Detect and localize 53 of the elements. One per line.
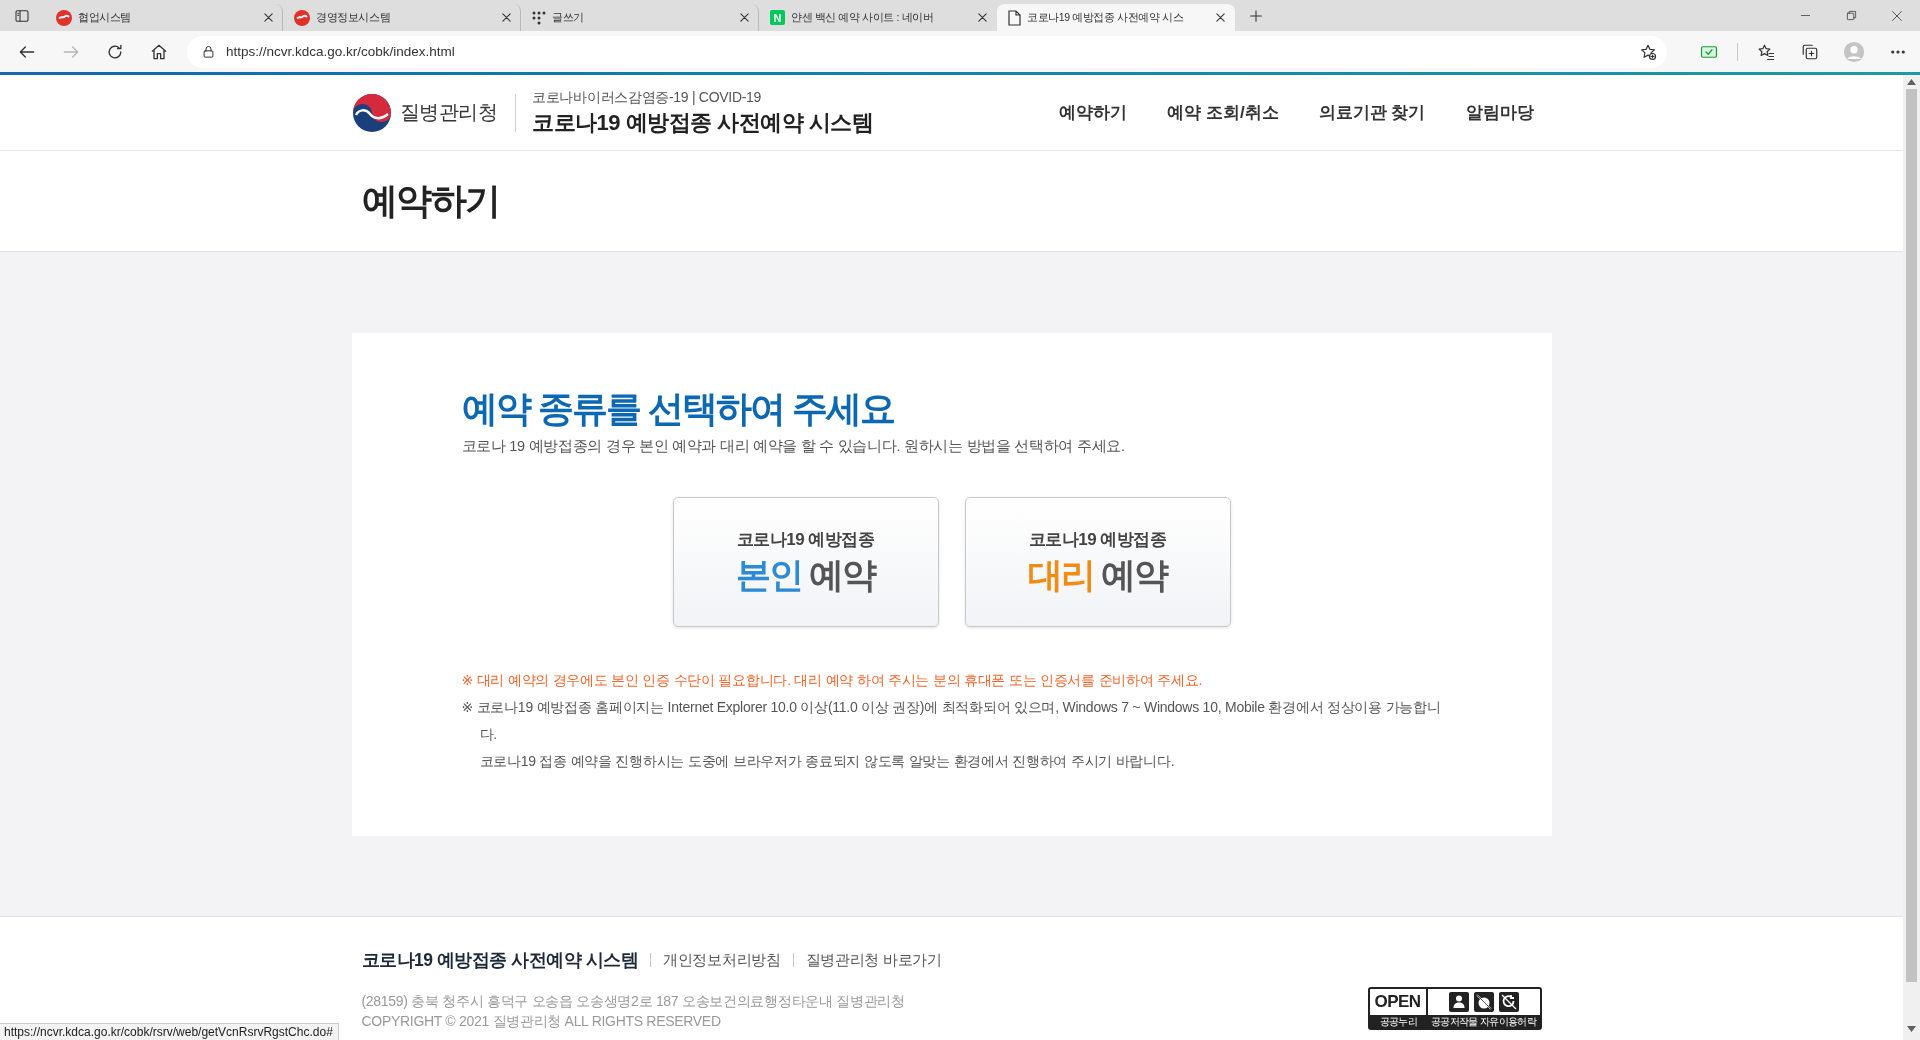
up-arrow-icon[interactable] [1907, 79, 1916, 85]
system-title[interactable]: 코로나19 예방접종 사전예약 시스템 [532, 108, 874, 138]
favorites-icon[interactable] [1757, 42, 1775, 61]
license-terms: 공공저작물 자유이용허락 [1427, 1015, 1540, 1028]
close-icon[interactable] [1891, 9, 1903, 22]
collections-icon[interactable] [1801, 42, 1819, 61]
notice-text: 코로나19 접종 예약을 진행하시는 도중에 브라우저가 종료되지 않도록 알맞는 환경에서 진행하여 주시기 바랍니다. [478, 752, 1176, 771]
lock-icon[interactable] [201, 44, 216, 59]
address-field[interactable]: https://ncvr.kdca.go.kr/cobk/index.html [187, 35, 1667, 68]
crossed-arrow-icon [1498, 992, 1519, 1012]
license-badge[interactable]: OPEN 공공누리 공공저작물 자유이용허락 [1367, 987, 1542, 1030]
close-icon[interactable] [739, 12, 750, 23]
close-icon[interactable] [263, 12, 274, 23]
page-title: 예약하기 [361, 178, 500, 223]
star-plus-icon[interactable] [1639, 42, 1657, 61]
dots-icon [532, 10, 546, 25]
status-url: https://ncvr.kdca.go.kr/cobk/rsrv/web/getVcnRsrvRgstChc.do# [0, 1023, 339, 1040]
license-caption: 공공누리 [1369, 1015, 1428, 1028]
nav-link[interactable]: 의료기관 찾기 [1318, 101, 1426, 124]
footer-address: (28159) 충북 청주시 흥덕구 오송읍 오송생명2로 187 오송보건의료행정타운내 질병관리청 [361, 992, 906, 1011]
nav-link[interactable]: 예약하기 [1059, 101, 1128, 124]
page-icon [1008, 9, 1021, 26]
section-description: 코로나 19 예방접종의 경우 본인 예약과 대리 예약을 할 수 있습니다. 원하시는 방법을 선택하여 주세요. [461, 437, 1126, 456]
sidebar-icon[interactable] [14, 8, 30, 24]
browser-tab[interactable]: 코로나19 예방접종 사전예약 시스 [997, 4, 1235, 31]
down-arrow-icon[interactable] [1907, 1026, 1916, 1032]
reservation-option-button[interactable]: 코로나19 예방접종 본인 예약 [672, 497, 939, 627]
section-heading: 예약 종류를 선택하여 주세요 [461, 387, 895, 431]
browser-tab[interactable]: N 얀센 백신 예약 사이트 : 네이버 [759, 4, 997, 31]
scrollbar-thumb[interactable] [1906, 89, 1917, 982]
nav-link[interactable]: 알림마당 [1465, 101, 1534, 124]
plus-icon[interactable] [1248, 8, 1264, 24]
circle-logo-icon [56, 9, 72, 26]
close-icon[interactable] [1215, 12, 1226, 23]
logo-icon[interactable] [351, 92, 392, 133]
notice-text: ※ 코로나19 예방접종 홈페이지는 Internet Explorer 10.0 이상(11.0 이상 권장)에 최적화되어 있으며, Windows 7 ~ Windows 10, Mobile 환경에서 정상이용 가능합니다. [461, 698, 1442, 744]
crossed-circle-icon [1473, 992, 1494, 1012]
reservation-option-button[interactable]: 코로나19 예방접종 대리 예약 [964, 497, 1231, 627]
scrollbar[interactable] [1903, 75, 1920, 1040]
notice-text: ※ 대리 예약의 경우에도 본인 인증 수단이 필요합니다. 대리 예약 하여 주시는 분의 휴대폰 또는 인증서를 준비하여 주세요. [461, 671, 1204, 690]
restore-icon[interactable] [1845, 10, 1857, 21]
agency-name: 질병관리청 [399, 100, 497, 125]
system-subtitle: 코로나바이러스감염증-19 | COVID-19 [532, 89, 763, 107]
footer-title: 코로나19 예방접종 사전예약 시스템 [361, 949, 639, 972]
footer-copyright: COPYRIGHT © 2021 질병관리청 ALL RIGHTS RESERVED [361, 1012, 722, 1031]
footer-link[interactable]: 개인정보처리방침 [650, 953, 793, 967]
site-logo: N [770, 10, 785, 25]
person-icon [1448, 992, 1469, 1012]
close-icon[interactable] [501, 12, 512, 23]
circle-logo-icon [294, 9, 310, 26]
close-icon[interactable] [977, 12, 988, 23]
footer-link[interactable]: 질병관리청 바로가기 [792, 953, 954, 967]
nav-link[interactable]: 예약 조회/취소 [1167, 101, 1279, 124]
